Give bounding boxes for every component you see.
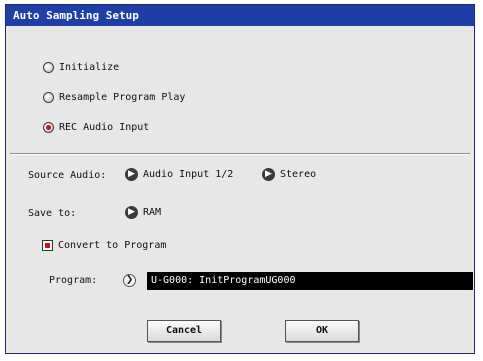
save-to-value: RAM xyxy=(143,207,162,218)
mode-option-rec-audio-input[interactable]: REC Audio Input xyxy=(43,122,149,133)
mode-option-resample-program-play[interactable]: Resample Program Play xyxy=(43,92,185,103)
convert-to-program-checkbox-row[interactable]: Convert to Program xyxy=(42,240,166,251)
source-audio-channel-value: Stereo xyxy=(280,169,317,180)
radio-initialize[interactable] xyxy=(43,62,54,73)
source-audio-label: Source Audio: xyxy=(28,170,107,181)
source-audio-input-value: Audio Input 1/2 xyxy=(143,169,234,180)
cancel-button[interactable]: Cancel xyxy=(147,320,221,342)
radio-resample-program-play[interactable] xyxy=(43,92,54,103)
dialog-title: Auto Sampling Setup xyxy=(6,5,474,26)
convert-to-program-checkbox[interactable] xyxy=(42,240,53,251)
mode-option-initialize[interactable]: Initialize xyxy=(43,62,119,73)
source-audio-input-popup[interactable]: ▶ Audio Input 1/2 xyxy=(125,168,233,181)
mode-initialize-label: Initialize xyxy=(59,62,120,73)
convert-to-program-label: Convert to Program xyxy=(58,240,167,251)
save-to-popup[interactable]: ▶ RAM xyxy=(125,206,161,219)
ok-button[interactable]: OK xyxy=(285,320,359,342)
popup-arrow-icon[interactable]: ▶ xyxy=(262,168,275,181)
popup-arrow-icon[interactable]: ▶ xyxy=(125,168,138,181)
program-select-arrow-icon[interactable]: ❯ xyxy=(123,274,136,287)
program-label: Program: xyxy=(49,275,98,286)
source-audio-channel-popup[interactable]: ▶ Stereo xyxy=(262,168,316,181)
save-to-label: Save to: xyxy=(28,208,77,219)
program-field[interactable]: U-G000: InitProgramUG000 xyxy=(147,272,473,290)
radio-rec-audio-input[interactable] xyxy=(43,122,54,133)
auto-sampling-setup-dialog: Auto Sampling Setup Initialize Resample … xyxy=(5,4,475,354)
popup-arrow-icon[interactable]: ▶ xyxy=(125,206,138,219)
mode-resample-label: Resample Program Play xyxy=(59,92,186,103)
section-divider xyxy=(10,153,470,155)
mode-rec-audio-input-label: REC Audio Input xyxy=(59,122,150,133)
